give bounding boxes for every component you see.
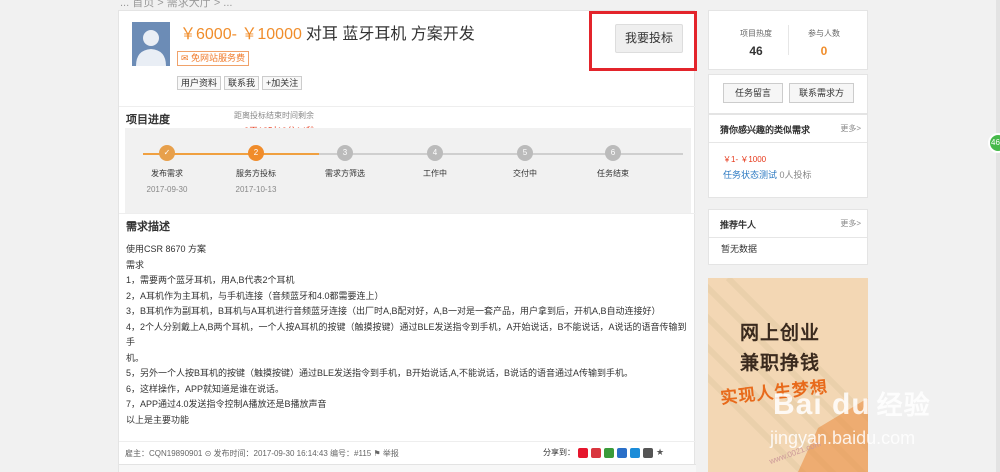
description-line: 1，需要两个蓝牙耳机，用A,B代表2个耳机: [126, 275, 295, 285]
project-title: ￥6000- ￥10000 对耳 蓝牙耳机 方案开发: [180, 20, 475, 44]
step-marker: ✓: [159, 145, 175, 161]
favorite-star-icon[interactable]: ★: [656, 447, 664, 458]
progress-tracker: ✓ 发布需求 2017-09-30 2 服务方投标 2017-10-13 3 需求方筛选 4 工作…: [125, 128, 691, 213]
progress-step: 5 交付中: [485, 145, 565, 185]
similar-item-link[interactable]: 任务状态测试: [723, 170, 777, 180]
baidu-watermark-url: jingyan.baidu.com: [770, 428, 916, 448]
ad-line-1: 网上创业: [740, 323, 821, 344]
watermark-logo-cn: 经验: [876, 390, 931, 420]
description-line: 5，另外一个人按B耳机的按键（触摸按键）通过BLE发送指令到手机，B开始说话,A…: [126, 368, 634, 378]
step-label: 交付中: [513, 169, 537, 178]
progress-step: 2 服务方投标 2017-10-13: [216, 145, 296, 194]
progress-step: 3 需求方筛选: [305, 145, 385, 185]
description-line: 机。: [126, 352, 145, 363]
step-marker: 3: [337, 145, 353, 161]
progress-step: 4 工作中: [395, 145, 475, 185]
description-line: 以上是主要功能: [126, 414, 190, 425]
step-label: 发布需求: [151, 169, 183, 178]
participants-value: 0: [820, 44, 828, 58]
step-marker: 6: [605, 145, 621, 161]
tencent-weibo-icon[interactable]: [617, 447, 627, 458]
project-price: ￥6000- ￥10000: [180, 26, 302, 43]
recommend-title: 推荐牛人: [720, 220, 757, 230]
project-meta: 雇主：CQN19890901 ⊙ 发布时间：2017-09-30 16:14:4…: [125, 449, 399, 458]
progress-step: 6 任务结束: [573, 145, 653, 185]
ad-line-2: 兼职挣钱: [740, 353, 821, 374]
service-fee-badge: ✉ 免网站服务费: [177, 51, 250, 66]
wechat-icon[interactable]: [604, 447, 614, 458]
recommend-empty: 暂无数据: [721, 244, 758, 254]
progress-hint: 距离投标结束时间剩余: [234, 111, 314, 120]
step-marker: 2: [248, 145, 264, 161]
description-line: 需求: [126, 259, 145, 270]
baidu-watermark-logo: Bai du 经验: [773, 385, 931, 422]
task-message-button[interactable]: 任务留言: [723, 83, 783, 103]
divider: [119, 213, 696, 214]
share-label: 分享到：: [543, 448, 575, 457]
description-title: 需求描述: [126, 221, 170, 233]
contact-client-button[interactable]: 联系需求方: [789, 83, 854, 103]
action-buttons: 任务留言 联系需求方: [708, 74, 868, 114]
top-strip: ... 首页 > 需求大厅 > ...: [0, 0, 1000, 10]
similar-more-link[interactable]: 更多>: [840, 123, 861, 134]
description-line: 4，2个人分别戴上A,B两个耳机，一个人按A耳机的按键（触摸按键）通过BLE发送…: [126, 321, 687, 348]
divider: [709, 142, 867, 143]
watermark-logo-text: Bai du: [773, 388, 871, 421]
contact-me-link[interactable]: 联系我: [224, 76, 260, 90]
recommended-talent-panel: 推荐牛人 更多> 暂无数据: [708, 209, 868, 265]
description-line: 6，这样操作，APP就知道是谁在说话。: [126, 383, 285, 394]
similar-item-price: ￥1- ￥1000: [723, 155, 767, 164]
progress-title: 项目进度: [126, 114, 170, 126]
similar-item: 任务状态测试 0人投标: [723, 168, 812, 181]
description-line: 2，A耳机作为主耳机，与手机连接（音频蓝牙和4.0都需要连上）: [126, 290, 384, 301]
step-marker: 4: [427, 145, 443, 161]
step-label: 服务方投标: [236, 169, 276, 178]
project-header: ￥6000- ￥10000 对耳 蓝牙耳机 方案开发 ✉ 免网站服务费 用户资料 …: [119, 11, 697, 107]
renren-icon[interactable]: [630, 447, 640, 458]
description-line: 使用CSR 8670 方案: [126, 244, 207, 254]
project-footer: 雇主：CQN19890901 ⊙ 发布时间：2017-09-30 16:14:4…: [119, 441, 696, 463]
heat-stat: 项目热度 46: [721, 28, 791, 58]
share-bar: 分享到： ★: [543, 447, 664, 458]
similar-title: 猜你感兴趣的类似需求: [720, 125, 811, 135]
similar-projects-panel: 猜你感兴趣的类似需求 更多> ￥1- ￥1000 任务状态测试 0人投标: [708, 114, 868, 198]
description-line: 3，B耳机作为副耳机，B耳机与A耳机进行音频蓝牙连接（出厂时A,B配对好，A,B…: [126, 306, 661, 316]
douban-icon[interactable]: [643, 447, 653, 458]
breadcrumb[interactable]: ... 首页 > 需求大厅 > ...: [120, 0, 232, 10]
heat-label: 项目热度: [740, 29, 772, 38]
bottom-tab-strip: [119, 464, 696, 472]
divider: [709, 237, 867, 238]
avatar[interactable]: [132, 22, 170, 66]
user-links: 用户资料 联系我 +加关注: [177, 76, 303, 90]
participants-stat: 参与人数 0: [789, 28, 859, 58]
project-detail-card: ￥6000- ￥10000 对耳 蓝牙耳机 方案开发 ✉ 免网站服务费 用户资料 …: [118, 10, 697, 472]
follow-button[interactable]: +加关注: [262, 76, 303, 90]
step-label: 需求方筛选: [325, 169, 365, 178]
weibo-icon[interactable]: [578, 447, 588, 458]
recommend-more-link[interactable]: 更多>: [840, 218, 861, 229]
step-date: 2017-09-30: [146, 185, 188, 194]
progress-header: 项目进度 距离投标结束时间剩余 2天18时19分14秒: [119, 108, 696, 136]
step-marker: 5: [517, 145, 533, 161]
participants-label: 参与人数: [808, 29, 840, 38]
qzone-icon[interactable]: [591, 447, 601, 458]
scrollbar[interactable]: [996, 0, 1000, 472]
step-label: 任务结束: [597, 169, 629, 178]
description-line: 7，APP通过4.0发送指令控制A播放还是B播放声音: [126, 399, 327, 409]
bid-button[interactable]: 我要投标: [615, 24, 683, 53]
step-label: 工作中: [423, 169, 447, 178]
floating-counter-badge[interactable]: 46: [988, 133, 1000, 153]
similar-item-count: 0人投标: [779, 170, 812, 180]
user-profile-link[interactable]: 用户资料: [177, 76, 222, 90]
heat-value: 46: [749, 44, 763, 58]
project-name: 对耳 蓝牙耳机 方案开发: [305, 26, 475, 43]
progress-step: ✓ 发布需求 2017-09-30: [127, 145, 207, 194]
project-stats: 项目热度 46 参与人数 0: [708, 10, 868, 70]
step-date: 2017-10-13: [235, 185, 277, 194]
description-body: 使用CSR 8670 方案 需求 1，需要两个蓝牙耳机，用A,B代表2个耳机 2，A耳…: [126, 242, 691, 428]
